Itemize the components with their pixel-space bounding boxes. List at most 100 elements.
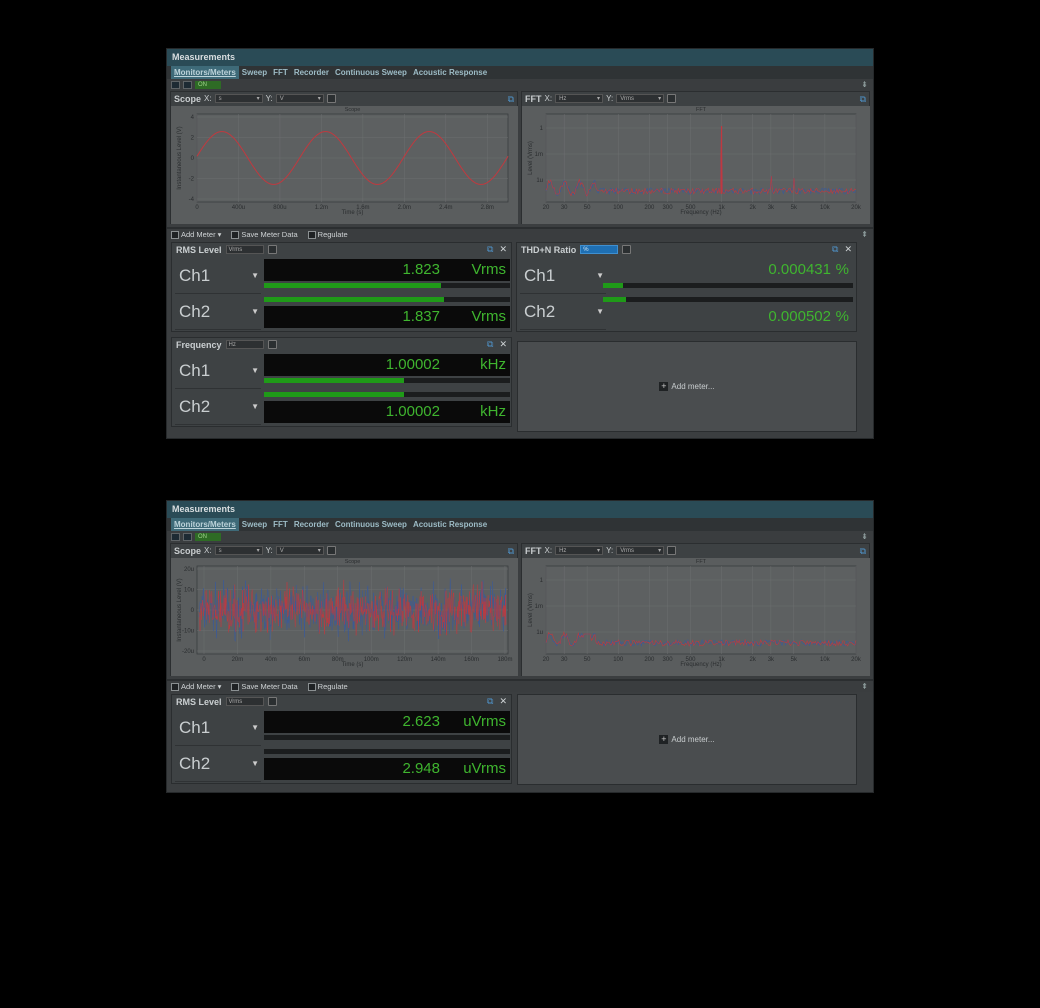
x-unit-select[interactable]: s xyxy=(214,94,263,103)
settings-icon[interactable] xyxy=(267,245,277,254)
x-unit-select[interactable]: Hz xyxy=(555,546,604,555)
channel-name: Ch2 xyxy=(179,397,211,416)
tab-sweep[interactable]: Sweep xyxy=(239,518,270,531)
settings-icon[interactable] xyxy=(267,697,277,706)
collapse-icon[interactable]: ⇞ xyxy=(861,230,868,239)
layout-icon[interactable] xyxy=(171,81,180,89)
settings-icon[interactable] xyxy=(326,546,336,555)
close-icon[interactable]: ✕ xyxy=(844,244,852,255)
collapse-icon[interactable]: ⇟ xyxy=(861,80,868,89)
tab-recorder[interactable]: Recorder xyxy=(291,66,332,79)
add-meter-slot[interactable]: + Add meter... xyxy=(517,694,857,785)
x-tick-label: 180m xyxy=(497,657,512,663)
tab-continuous-sweep[interactable]: Continuous Sweep xyxy=(332,66,410,79)
tab-fft[interactable]: FFT xyxy=(270,66,291,79)
frequency-meter: Frequency Hz ⧉ ✕ Ch1 ▼ Ch2 ▼ 1.00002 kHz 1.0… xyxy=(171,337,512,427)
settings-icon[interactable] xyxy=(326,94,336,103)
popout-icon[interactable]: ⧉ xyxy=(508,94,514,105)
channel-row[interactable]: Ch2 ▼ xyxy=(175,389,261,425)
save-meter-data-button[interactable]: Save Meter Data xyxy=(231,230,298,239)
settings-icon[interactable] xyxy=(622,245,632,254)
channel-name: Ch1 xyxy=(179,718,211,737)
y-tick-label: -4 xyxy=(189,197,195,203)
y-tick-label: 1u xyxy=(536,178,543,184)
chevron-down-icon[interactable]: ▼ xyxy=(251,389,259,425)
x-tick-label: 160m xyxy=(464,657,479,663)
popout-icon[interactable]: ⧉ xyxy=(860,546,866,557)
chevron-down-icon[interactable]: ▼ xyxy=(251,353,259,389)
tab-sweep[interactable]: Sweep xyxy=(239,66,270,79)
ch2-level-fill xyxy=(264,392,405,397)
fft-chart: FFTFrequency (Hz)Level (Vrms)20 30 50 100 20… xyxy=(522,106,870,224)
y-unit-select[interactable]: Vrms xyxy=(616,94,665,103)
close-icon[interactable]: ✕ xyxy=(499,339,507,350)
chevron-down-icon[interactable]: ▼ xyxy=(251,710,259,746)
y-unit-select[interactable]: Vrms xyxy=(616,546,665,555)
chevron-down-icon[interactable]: ▼ xyxy=(251,294,259,330)
window-title: Measurements xyxy=(167,501,873,518)
plus-icon: + xyxy=(659,734,669,744)
y-unit-select[interactable]: V xyxy=(275,94,324,103)
y-unit-select[interactable]: V xyxy=(275,546,324,555)
popout-icon[interactable]: ⧉ xyxy=(487,339,493,350)
settings-icon[interactable] xyxy=(667,94,677,103)
channel-row[interactable]: Ch2 ▼ xyxy=(175,294,261,330)
close-icon[interactable]: ✕ xyxy=(499,696,507,707)
channel-row[interactable]: Ch1 ▼ xyxy=(175,710,261,746)
ch2-readout: 2.948 uVrms xyxy=(264,758,510,780)
menu-bar: Monitors/Meters Sweep FFT Recorder Conti… xyxy=(167,518,873,531)
aa-icon[interactable] xyxy=(183,533,192,541)
layout-icon[interactable] xyxy=(171,533,180,541)
unit-select[interactable]: Vrms xyxy=(225,245,264,254)
tab-recorder[interactable]: Recorder xyxy=(291,518,332,531)
add-meter-slot[interactable]: + Add meter... xyxy=(517,341,857,432)
ch2-value: 1.00002 xyxy=(385,403,440,420)
settings-icon[interactable] xyxy=(267,340,277,349)
tab-monitors-meters[interactable]: Monitors/Meters xyxy=(171,66,239,79)
unit-select[interactable]: Hz xyxy=(225,340,264,349)
chevron-down-icon[interactable]: ▼ xyxy=(251,746,259,782)
y-axis-label: Y: xyxy=(606,94,614,103)
on-toggle[interactable]: ON xyxy=(195,533,221,541)
popout-icon[interactable]: ⧉ xyxy=(508,546,514,557)
unit-select[interactable]: Vrms xyxy=(225,697,264,706)
meter-title: Frequency xyxy=(176,339,222,350)
popout-icon[interactable]: ⧉ xyxy=(487,244,493,255)
chevron-down-icon[interactable]: ▼ xyxy=(251,258,259,294)
channel-row[interactable]: Ch1 ▼ xyxy=(520,258,606,294)
add-meter-button[interactable]: Add Meter ▾ xyxy=(171,230,221,239)
graphs-area: Scope X: s Y: V ⧉ ScopeTime (s)Instantan… xyxy=(167,91,873,224)
tab-monitors-meters[interactable]: Monitors/Meters xyxy=(171,518,239,531)
popout-icon[interactable]: ⧉ xyxy=(832,244,838,255)
channel-row[interactable]: Ch2 ▼ xyxy=(520,294,606,330)
x-unit-select[interactable]: s xyxy=(214,546,263,555)
popout-icon[interactable]: ⧉ xyxy=(860,94,866,105)
regulate-button[interactable]: Regulate xyxy=(307,230,348,239)
ch1-readout: 2.623 uVrms xyxy=(264,711,510,733)
close-icon[interactable]: ✕ xyxy=(499,244,507,255)
tab-acoustic-response[interactable]: Acoustic Response xyxy=(410,66,490,79)
window-title: Measurements xyxy=(167,49,873,66)
tab-acoustic-response[interactable]: Acoustic Response xyxy=(410,518,490,531)
add-meter-label: Add Meter xyxy=(181,230,216,239)
popout-icon[interactable]: ⧉ xyxy=(487,696,493,707)
channel-row[interactable]: Ch2 ▼ xyxy=(175,746,261,782)
regulate-button[interactable]: Regulate xyxy=(307,682,348,691)
save-meter-data-button[interactable]: Save Meter Data xyxy=(231,682,298,691)
unit-select[interactable]: % xyxy=(580,245,619,254)
x-tick-label: 20 xyxy=(543,657,550,663)
on-toggle[interactable]: ON xyxy=(195,81,221,89)
tab-fft[interactable]: FFT xyxy=(270,518,291,531)
tab-continuous-sweep[interactable]: Continuous Sweep xyxy=(332,518,410,531)
collapse-icon[interactable]: ⇟ xyxy=(861,532,868,541)
collapse-icon[interactable]: ⇞ xyxy=(861,682,868,691)
main-toolbar: ON ⇟ xyxy=(167,531,873,543)
channel-row[interactable]: Ch1 ▼ xyxy=(175,258,261,294)
aa-icon[interactable] xyxy=(183,81,192,89)
settings-icon[interactable] xyxy=(667,546,677,555)
x-unit-select[interactable]: Hz xyxy=(555,94,604,103)
channel-row[interactable]: Ch1 ▼ xyxy=(175,353,261,389)
ch1-value: 1.823 xyxy=(402,261,440,278)
add-meter-button[interactable]: Add Meter ▾ xyxy=(171,682,221,691)
ch1-unit: % xyxy=(835,261,849,278)
